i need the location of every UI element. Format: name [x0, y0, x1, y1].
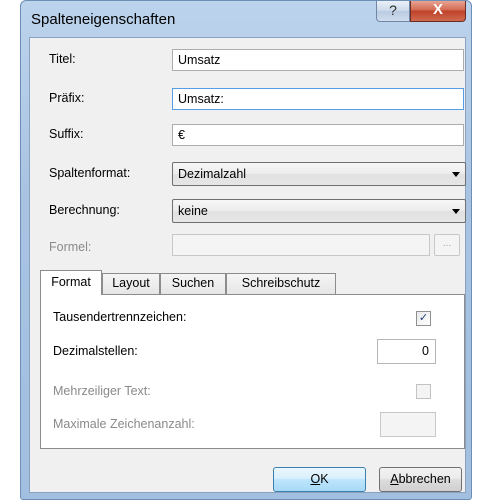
- tausendertrennzeichen-checkbox[interactable]: ✓: [416, 311, 431, 326]
- close-icon: X: [432, 1, 443, 18]
- abbrechen-label: bbrechen: [398, 472, 451, 486]
- maxzeichen-label: Maximale Zeichenanzahl:: [53, 417, 195, 431]
- suffix-label: Suffix:: [49, 127, 84, 141]
- formel-label: Formel:: [49, 240, 92, 254]
- suffix-input[interactable]: €: [172, 124, 464, 146]
- tab-suchen[interactable]: Suchen: [160, 273, 226, 294]
- formel-browse-button: ...: [434, 234, 460, 256]
- tab-layout[interactable]: Layout: [102, 273, 160, 294]
- tab-schreibschutz[interactable]: Schreibschutz: [226, 273, 336, 294]
- berechnung-value: keine: [178, 204, 208, 218]
- ok-label: K: [320, 472, 329, 486]
- chevron-down-icon: [452, 172, 460, 177]
- titel-label: Titel:: [49, 52, 76, 66]
- berechnung-label: Berechnung:: [49, 203, 120, 217]
- window-title: Spalteneigenschaften: [31, 11, 176, 28]
- checkmark-icon: ✓: [418, 312, 429, 324]
- dezimalstellen-label: Dezimalstellen:: [53, 344, 138, 358]
- ok-button[interactable]: OK: [273, 467, 366, 492]
- abbrechen-button[interactable]: Abbrechen: [379, 467, 462, 492]
- format-tab-panel: Tausendertrennzeichen: ✓ Dezimalstellen:…: [40, 294, 465, 449]
- praefix-label: Präfix:: [49, 91, 85, 105]
- ok-mnemonic: O: [310, 472, 321, 486]
- title-bar[interactable]: Spalteneigenschaften ? X: [21, 1, 471, 37]
- dezimalstellen-input[interactable]: 0: [377, 339, 436, 364]
- maxzeichen-input: [380, 412, 436, 437]
- spaltenformat-select[interactable]: Dezimalzahl: [172, 162, 466, 186]
- tausendertrennzeichen-label: Tausendertrennzeichen:: [53, 310, 187, 324]
- tab-format[interactable]: Format: [40, 270, 102, 295]
- help-button[interactable]: ?: [376, 1, 410, 22]
- formel-input: [172, 234, 430, 256]
- spaltenformat-value: Dezimalzahl: [178, 167, 247, 181]
- abbrechen-mnemonic: A: [390, 472, 399, 486]
- dialog-window: Spalteneigenschaften ? X Titel: Umsatz P…: [20, 0, 472, 500]
- spaltenformat-label: Spaltenformat:: [49, 166, 131, 180]
- chevron-down-icon: [452, 209, 460, 214]
- mehrzeilig-label: Mehrzeiliger Text:: [53, 384, 151, 398]
- berechnung-select[interactable]: keine: [172, 199, 466, 223]
- dialog-body: Titel: Umsatz Präfix: Umsatz: Suffix: € …: [29, 37, 466, 493]
- help-icon: ?: [389, 2, 397, 18]
- mehrzeilig-checkbox: [416, 384, 431, 399]
- praefix-input[interactable]: Umsatz:: [172, 88, 464, 110]
- close-button[interactable]: X: [410, 1, 466, 22]
- titel-input[interactable]: Umsatz: [172, 49, 464, 71]
